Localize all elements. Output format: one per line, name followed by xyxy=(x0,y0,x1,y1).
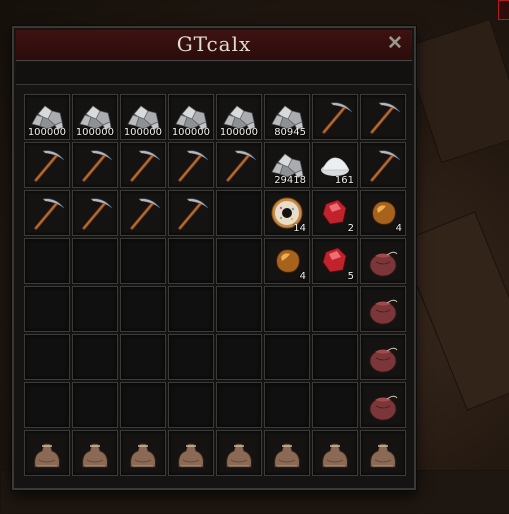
inventory-slot[interactable] xyxy=(312,334,358,380)
inventory-slot[interactable] xyxy=(264,382,310,428)
inventory-slot[interactable]: 100000 xyxy=(168,94,214,140)
inventory-slot[interactable]: 2 xyxy=(312,190,358,236)
inventory-slot[interactable] xyxy=(24,430,70,476)
window-title: GTcalx xyxy=(176,32,252,56)
inventory-slot[interactable] xyxy=(72,286,118,332)
inventory-slot[interactable]: 161 xyxy=(312,142,358,188)
inventory-slot[interactable]: 5 xyxy=(312,238,358,284)
item-count: 100000 xyxy=(75,127,114,138)
inventory-slot[interactable] xyxy=(216,238,262,284)
inventory-window: GTcalx ✕ 100000 100000 100000 100000 100… xyxy=(12,26,416,490)
item-count: 5 xyxy=(347,271,354,282)
inventory-slot[interactable] xyxy=(168,190,214,236)
inventory-slot[interactable] xyxy=(72,238,118,284)
item-count: 161 xyxy=(334,175,354,186)
inventory-slot[interactable] xyxy=(168,142,214,188)
inventory-slot[interactable] xyxy=(168,382,214,428)
inventory-slot[interactable] xyxy=(264,334,310,380)
inventory-slot[interactable] xyxy=(24,142,70,188)
inventory-slot[interactable] xyxy=(312,382,358,428)
item-count: 4 xyxy=(299,271,306,282)
inventory-slot[interactable] xyxy=(360,142,406,188)
inventory-slot[interactable] xyxy=(72,142,118,188)
inventory-slot[interactable] xyxy=(24,334,70,380)
inventory-slot[interactable] xyxy=(120,382,166,428)
inventory-slot[interactable]: 100000 xyxy=(24,94,70,140)
title-bar[interactable]: GTcalx ✕ xyxy=(16,30,412,61)
inventory-slot[interactable] xyxy=(264,286,310,332)
inventory-slot[interactable] xyxy=(216,430,262,476)
background-plank xyxy=(403,18,509,164)
inventory-grid: 100000 100000 100000 100000 100000 80945 xyxy=(24,94,406,476)
inventory-toolbar xyxy=(16,62,412,85)
inventory-slot[interactable] xyxy=(312,286,358,332)
inventory-slot[interactable] xyxy=(264,430,310,476)
inventory-slot[interactable] xyxy=(72,430,118,476)
inventory-slot[interactable] xyxy=(216,142,262,188)
inventory-slot[interactable] xyxy=(360,94,406,140)
inventory-slot[interactable] xyxy=(120,430,166,476)
inventory-slot[interactable] xyxy=(360,430,406,476)
inventory-slot[interactable]: 100000 xyxy=(216,94,262,140)
inventory-slot[interactable] xyxy=(168,286,214,332)
close-icon[interactable]: ✕ xyxy=(386,34,404,54)
item-count: 100000 xyxy=(171,127,210,138)
inventory-slot[interactable] xyxy=(24,286,70,332)
inventory-slot[interactable] xyxy=(312,94,358,140)
inventory-slot[interactable] xyxy=(216,382,262,428)
inventory-slot[interactable] xyxy=(120,238,166,284)
inventory-slot[interactable] xyxy=(24,190,70,236)
inventory-slot[interactable] xyxy=(168,430,214,476)
item-count: 80945 xyxy=(274,127,306,138)
inventory-slot[interactable] xyxy=(168,334,214,380)
item-count: 29418 xyxy=(274,175,306,186)
inventory-slot[interactable] xyxy=(120,334,166,380)
inventory-slot[interactable] xyxy=(360,238,406,284)
inventory-slot[interactable] xyxy=(120,142,166,188)
inventory-slot[interactable]: 4 xyxy=(360,190,406,236)
item-count: 14 xyxy=(293,223,306,234)
inventory-slot[interactable] xyxy=(216,334,262,380)
corner-badge xyxy=(498,0,509,20)
inventory-slot[interactable]: 80945 xyxy=(264,94,310,140)
inventory-slot[interactable] xyxy=(72,334,118,380)
item-count: 100000 xyxy=(27,127,66,138)
inventory-slot[interactable]: 29418 xyxy=(264,142,310,188)
inventory-slot[interactable] xyxy=(72,190,118,236)
inventory-slot[interactable] xyxy=(216,190,262,236)
inventory-slot[interactable] xyxy=(120,190,166,236)
inventory-slot[interactable] xyxy=(360,382,406,428)
inventory-slot[interactable] xyxy=(360,334,406,380)
inventory-slot[interactable] xyxy=(360,286,406,332)
item-count: 2 xyxy=(347,223,354,234)
item-count: 100000 xyxy=(219,127,258,138)
inventory-slot[interactable]: 100000 xyxy=(120,94,166,140)
inventory-slot[interactable] xyxy=(24,238,70,284)
inventory-slot[interactable] xyxy=(24,382,70,428)
inventory-slot[interactable]: 100000 xyxy=(72,94,118,140)
inventory-slot[interactable] xyxy=(120,286,166,332)
inventory-slot[interactable] xyxy=(72,382,118,428)
inventory-slot[interactable]: 14 xyxy=(264,190,310,236)
item-count: 100000 xyxy=(123,127,162,138)
inventory-slot[interactable]: 4 xyxy=(264,238,310,284)
inventory-slot[interactable] xyxy=(312,430,358,476)
inventory-slot[interactable] xyxy=(168,238,214,284)
inventory-slot[interactable] xyxy=(216,286,262,332)
item-count: 4 xyxy=(395,223,402,234)
